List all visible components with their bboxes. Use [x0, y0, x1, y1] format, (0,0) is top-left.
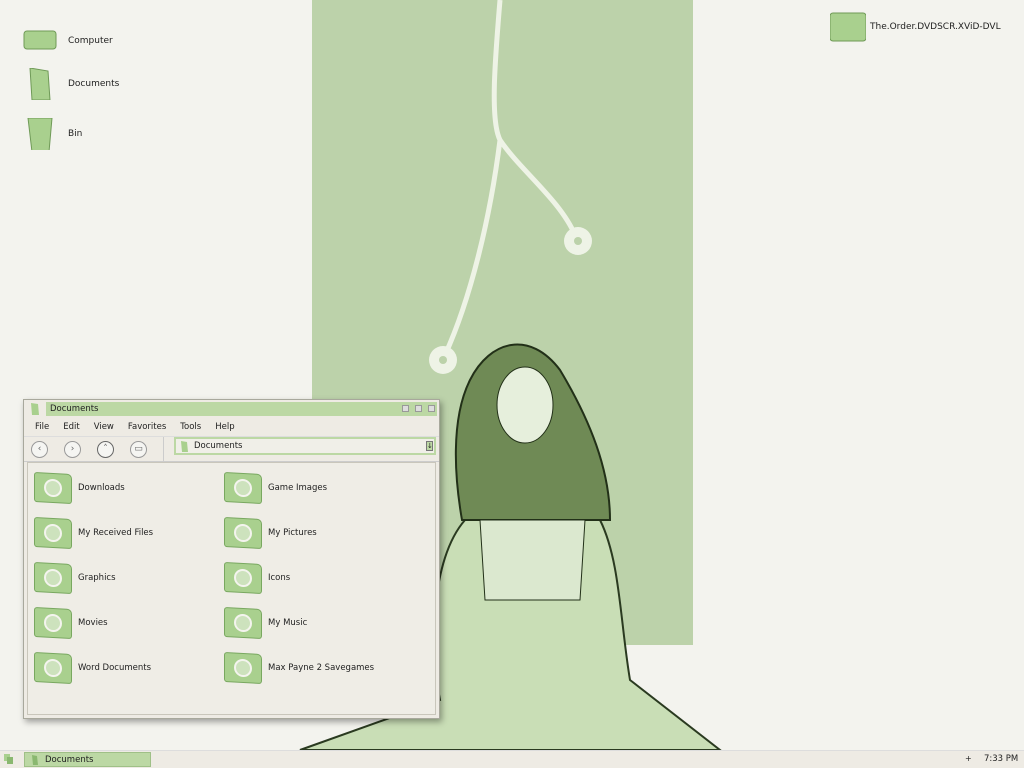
address-bar[interactable]: Documents ↓ — [174, 437, 436, 455]
item-label: Downloads — [78, 483, 125, 493]
item-label: Movies — [78, 618, 108, 628]
folder-icon — [224, 472, 262, 504]
desktop-icon-documents[interactable]: Documents — [22, 68, 119, 100]
folder-icons[interactable]: Icons — [224, 562, 291, 594]
item-label: My Received Files — [78, 528, 154, 538]
folder-my-music[interactable]: My Music — [224, 607, 308, 639]
folder-icon — [34, 562, 72, 594]
folder-icon — [224, 607, 262, 639]
item-label: Word Documents — [78, 663, 152, 673]
views-button[interactable]: ▭ — [130, 440, 147, 458]
forward-button[interactable]: › — [64, 440, 81, 458]
folder-word-documents[interactable]: Word Documents — [34, 652, 152, 684]
folder-icon — [224, 517, 262, 549]
address-text: Documents — [194, 441, 243, 451]
bin-icon — [27, 118, 53, 150]
menu-tools[interactable]: Tools — [180, 422, 201, 436]
tray-arrow-icon[interactable]: + — [965, 754, 972, 763]
desktop-icon-bin[interactable]: Bin — [22, 118, 82, 150]
menu-help[interactable]: Help — [215, 422, 234, 436]
item-label: My Music — [268, 618, 308, 628]
clock[interactable]: 7:33 PM — [984, 754, 1018, 764]
document-icon — [31, 403, 39, 415]
folder-icon — [34, 517, 72, 549]
menu-file[interactable]: File — [35, 422, 49, 436]
folder-icon — [34, 607, 72, 639]
up-button[interactable]: ˄ — [97, 440, 114, 458]
folder-icon — [224, 562, 262, 594]
back-button[interactable]: ‹ — [31, 440, 48, 458]
desktop-icon-label: The.Order.DVDSCR.XViD-DVL — [870, 22, 1001, 32]
document-icon — [29, 68, 51, 100]
folder-game-images[interactable]: Game Images — [224, 472, 328, 504]
folder-icon — [34, 472, 72, 504]
menu-favorites[interactable]: Favorites — [128, 422, 166, 436]
item-label: Game Images — [268, 483, 328, 493]
window-title: Documents — [50, 404, 99, 414]
menu-bar: File Edit View Favorites Tools Help — [24, 416, 439, 436]
folder-downloads[interactable]: Downloads — [34, 472, 125, 504]
menu-edit[interactable]: Edit — [63, 422, 79, 436]
menu-view[interactable]: View — [94, 422, 114, 436]
folder-movies[interactable]: Movies — [34, 607, 108, 639]
item-label: Icons — [268, 573, 291, 583]
desktop-icon-label: Computer — [68, 36, 113, 46]
item-label: My Pictures — [268, 528, 317, 538]
desktop-icon-computer[interactable]: Computer — [22, 25, 113, 57]
folder-icon — [224, 652, 262, 684]
close-button[interactable] — [428, 405, 435, 412]
desktop-icon-label: Bin — [68, 129, 83, 139]
computer-icon — [23, 30, 57, 50]
title-bar[interactable]: Documents — [46, 402, 437, 416]
desktop-icon-label: Documents — [68, 79, 120, 89]
folder-icon — [34, 652, 72, 684]
item-label: Graphics — [78, 573, 116, 583]
documents-window: Documents File Edit View Favorites Tools… — [23, 399, 440, 719]
show-desktop-icon[interactable] — [4, 754, 14, 765]
folder-my-received-files[interactable]: My Received Files — [34, 517, 154, 549]
file-list: Downloads Game Images My Received Files … — [27, 462, 436, 715]
folder-icon — [830, 12, 866, 42]
folder-graphics[interactable]: Graphics — [34, 562, 116, 594]
taskbar-button-label: Documents — [45, 754, 94, 765]
maximize-button[interactable] — [415, 405, 422, 412]
taskbar: Documents + 7:33 PM — [0, 750, 1024, 768]
document-icon — [32, 754, 38, 765]
item-label: Max Payne 2 Savegames — [268, 663, 375, 673]
folder-max-payne-2-savegames[interactable]: Max Payne 2 Savegames — [224, 652, 375, 684]
document-icon — [181, 440, 188, 452]
dropdown-arrow-icon[interactable]: ↓ — [426, 441, 433, 451]
folder-my-pictures[interactable]: My Pictures — [224, 517, 317, 549]
desktop-icon-file[interactable]: The.Order.DVDSCR.XViD-DVL — [830, 11, 1001, 43]
minimize-button[interactable] — [402, 405, 409, 412]
taskbar-button-documents[interactable]: Documents — [24, 752, 151, 767]
